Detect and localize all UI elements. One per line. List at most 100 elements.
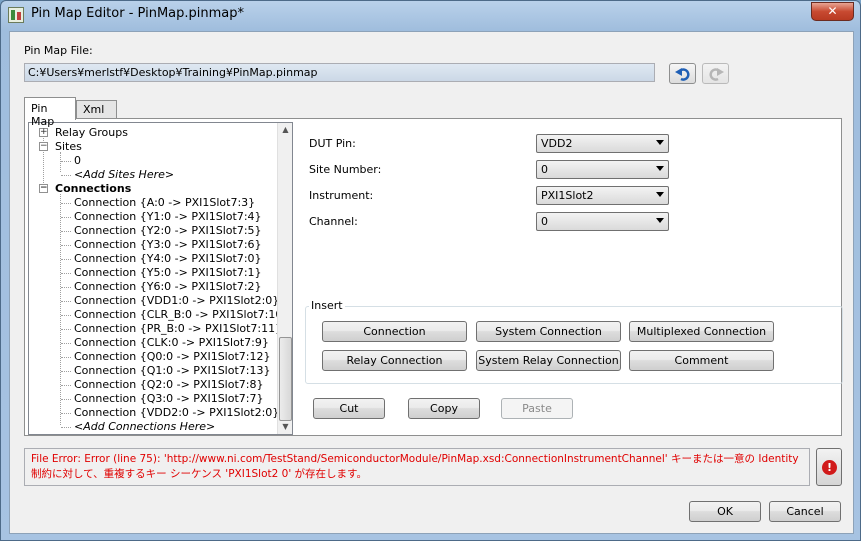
error-icon: ! <box>822 460 837 475</box>
collapse-icon[interactable]: − <box>39 142 48 151</box>
instrument-value: PXI1Slot2 <box>541 189 594 202</box>
dut-pin-select[interactable]: VDD2 <box>536 134 669 153</box>
tree-item-label: Connection {Y4:0 -> PXI1Slot7:0} <box>74 252 262 265</box>
insert-groupbox <box>305 306 843 384</box>
insert-group-title: Insert <box>309 299 345 312</box>
insert-system-relay-connection-button[interactable]: System Relay Connection <box>476 350 621 371</box>
tree-item-label: Connections <box>55 182 132 195</box>
tree-item-connection[interactable]: Connection {Y3:0 -> PXI1Slot7:6} <box>61 238 262 252</box>
insert-relay-connection-button[interactable]: Relay Connection <box>322 350 467 371</box>
tree-connector <box>61 287 71 288</box>
tree-item-label: Connection {Y5:0 -> PXI1Slot7:1} <box>74 266 262 279</box>
tree-item-connection[interactable]: Connection {CLK:0 -> PXI1Slot7:9} <box>61 336 269 350</box>
cancel-button[interactable]: Cancel <box>769 501 841 522</box>
tree-item-add-sites[interactable]: <Add Sites Here> <box>61 168 174 182</box>
instrument-select[interactable]: PXI1Slot2 <box>536 186 669 205</box>
scroll-up-arrow-icon[interactable]: ▲ <box>278 123 292 137</box>
tree-connector <box>61 245 71 246</box>
tree-item-connection[interactable]: Connection {Q2:0 -> PXI1Slot7:8} <box>61 378 263 392</box>
tree-connector <box>61 203 71 204</box>
dropdown-arrow-icon <box>656 166 664 171</box>
paste-button[interactable]: Paste <box>501 398 573 419</box>
tree-item-label: Connection {Q0:0 -> PXI1Slot7:12} <box>74 350 271 363</box>
tree-connector <box>61 231 71 232</box>
tree-item-connection[interactable]: Connection {A:0 -> PXI1Slot7:3} <box>61 196 255 210</box>
app-icon <box>8 7 24 23</box>
undo-button[interactable] <box>669 63 696 84</box>
insert-connection-button[interactable]: Connection <box>322 321 467 342</box>
tree-item-label: Connection {VDD2:0 -> PXI1Slot2:0} <box>74 406 280 419</box>
instrument-label: Instrument: <box>309 189 374 202</box>
tree-item-connection[interactable]: Connection {Y5:0 -> PXI1Slot7:1} <box>61 266 262 280</box>
tree-item-connection[interactable]: Connection {PR_B:0 -> PXI1Slot7:11} <box>61 322 282 336</box>
tree-item-label: Connection {Y2:0 -> PXI1Slot7:5} <box>74 224 262 237</box>
tree-connector <box>61 371 71 372</box>
tree-item-connection[interactable]: Connection {Q1:0 -> PXI1Slot7:13} <box>61 364 270 378</box>
tree-item-label: <Add Sites Here> <box>74 168 175 181</box>
site-number-label: Site Number: <box>309 163 382 176</box>
tree-item-connection[interactable]: Connection {CLR_B:0 -> PXI1Slot7:10} <box>61 308 289 322</box>
tree-connector <box>61 427 71 428</box>
tree-item-site-0[interactable]: 0 <box>61 154 81 168</box>
channel-label: Channel: <box>309 215 358 228</box>
tree-connector <box>61 161 71 162</box>
redo-button[interactable] <box>702 63 729 84</box>
tree-item-connection[interactable]: Connection {Q3:0 -> PXI1Slot7:7} <box>61 392 263 406</box>
tree-item-connections[interactable]: − Connections <box>39 182 131 196</box>
ok-button[interactable]: OK <box>689 501 761 522</box>
tree-connector <box>61 175 71 176</box>
tree-connector <box>61 343 71 344</box>
tree-item-label: Connection {Y6:0 -> PXI1Slot7:2} <box>74 280 262 293</box>
dropdown-arrow-icon <box>656 218 664 223</box>
pin-map-file-path[interactable]: C:¥Users¥merlstf¥Desktop¥Training¥PinMap… <box>24 63 655 82</box>
title-bar[interactable]: Pin Map Editor - PinMap.pinmap* ✕ <box>1 1 860 29</box>
close-button[interactable]: ✕ <box>811 2 854 21</box>
tree-connector <box>61 399 71 400</box>
pin-map-tree[interactable]: + Relay Groups − Sites 0 <Add Sites Here… <box>28 122 293 435</box>
tree-item-add-connections[interactable]: <Add Connections Here> <box>61 420 215 434</box>
insert-multiplexed-connection-button[interactable]: Multiplexed Connection <box>629 321 774 342</box>
copy-button[interactable]: Copy <box>408 398 480 419</box>
site-number-select[interactable]: 0 <box>536 160 669 179</box>
tree-item-connection[interactable]: Connection {VDD1:0 -> PXI1Slot2:0} <box>61 294 279 308</box>
window-title: Pin Map Editor - PinMap.pinmap* <box>31 6 244 21</box>
close-icon: ✕ <box>827 4 838 18</box>
cut-button[interactable]: Cut <box>313 398 385 419</box>
tree-item-label: Connection {Y1:0 -> PXI1Slot7:4} <box>74 210 262 223</box>
tree-item-label: <Add Connections Here> <box>74 420 216 433</box>
tree-item-label: Connection {Q1:0 -> PXI1Slot7:13} <box>74 364 271 377</box>
tree-scrollbar[interactable]: ▲ ▼ <box>277 123 292 434</box>
tree-item-label: Connection {VDD1:0 -> PXI1Slot2:0} <box>74 294 280 307</box>
pin-map-file-label: Pin Map File: <box>24 44 93 57</box>
scroll-down-arrow-icon[interactable]: ▼ <box>278 420 292 434</box>
tree-item-label: Connection {PR_B:0 -> PXI1Slot7:11} <box>74 322 283 335</box>
tab-xml[interactable]: Xml <box>76 100 117 119</box>
collapse-icon[interactable]: − <box>39 184 48 193</box>
tree-item-connection[interactable]: Connection {Y1:0 -> PXI1Slot7:4} <box>61 210 262 224</box>
tree-item-label: Connection {CLK:0 -> PXI1Slot7:9} <box>74 336 269 349</box>
tree-item-connection[interactable]: Connection {Y2:0 -> PXI1Slot7:5} <box>61 224 262 238</box>
tree-item-relay-groups[interactable]: + Relay Groups <box>39 126 128 140</box>
insert-system-connection-button[interactable]: System Connection <box>476 321 621 342</box>
tree-connector <box>61 217 71 218</box>
insert-comment-button[interactable]: Comment <box>629 350 774 371</box>
tree-item-connection[interactable]: Connection {VDD2:0 -> PXI1Slot2:0} <box>61 406 279 420</box>
tree-item-label: Connection {CLR_B:0 -> PXI1Slot7:10} <box>74 308 290 321</box>
channel-select[interactable]: 0 <box>536 212 669 231</box>
tree-connector <box>61 273 71 274</box>
tree-item-connection[interactable]: Connection {Y6:0 -> PXI1Slot7:2} <box>61 280 262 294</box>
tree-connector <box>61 329 71 330</box>
channel-value: 0 <box>541 215 548 228</box>
tab-pin-map[interactable]: Pin Map <box>24 97 76 128</box>
error-details-button[interactable]: ! <box>816 448 842 486</box>
pin-map-panel: + Relay Groups − Sites 0 <Add Sites Here… <box>24 118 843 436</box>
expand-icon[interactable]: + <box>39 128 48 137</box>
tree-item-label: 0 <box>74 154 81 167</box>
tree-item-sites[interactable]: − Sites <box>39 140 82 154</box>
scroll-thumb[interactable] <box>279 337 292 421</box>
dialog-client: Pin Map File: C:¥Users¥merlstf¥Desktop¥T… <box>9 31 854 534</box>
dut-pin-label: DUT Pin: <box>309 137 356 150</box>
tree-connector <box>61 301 71 302</box>
tree-item-connection[interactable]: Connection {Y4:0 -> PXI1Slot7:0} <box>61 252 262 266</box>
tree-item-connection[interactable]: Connection {Q0:0 -> PXI1Slot7:12} <box>61 350 270 364</box>
